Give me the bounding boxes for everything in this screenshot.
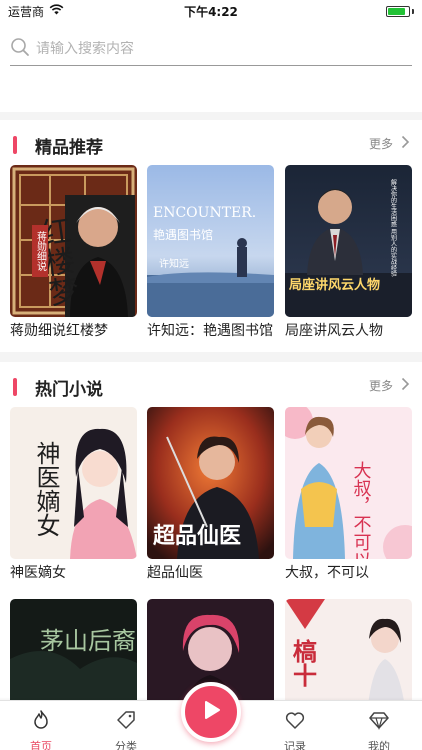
section-accent-bar (13, 136, 17, 154)
tab-home[interactable]: 首页 (6, 701, 76, 750)
book-title: 蒋勋细说红楼梦 (10, 323, 108, 339)
book-cover[interactable]: 大叔，不可以 (285, 407, 412, 559)
novels-more-button[interactable]: 更多 (369, 377, 410, 394)
book-cover[interactable]: ENCOUNTER. 艳遇图书馆 许知远 (147, 165, 274, 317)
search-input[interactable] (36, 40, 386, 57)
chevron-right-icon (401, 377, 410, 394)
more-label: 更多 (368, 137, 393, 151)
cover-title: 局座讲风云人物 (289, 277, 380, 293)
novels-section: 热门小说 更多 神医嫡女 神医嫡女 超品仙医 超品仙医 大叔，不可以 大叔，不可… (0, 362, 422, 750)
book-title: 神医嫡女 (10, 565, 66, 581)
featured-title: 精品推荐 (35, 138, 103, 158)
more-label: 更多 (368, 379, 393, 393)
search-icon (10, 37, 30, 61)
chevron-right-icon (401, 135, 410, 152)
cover-subtitle: 蒋勋细说 (35, 231, 47, 272)
tab-profile[interactable]: 我的 (344, 701, 414, 750)
book-card[interactable]: 神医嫡女 神医嫡女 (10, 407, 137, 582)
book-card[interactable]: 红楼梦 蒋勋细说 蒋勋细说红楼梦 (10, 165, 137, 340)
cover-author: 许知远 (159, 257, 189, 270)
book-card[interactable]: 超品仙医 超品仙医 (147, 407, 274, 582)
book-title: 超品仙医 (147, 565, 203, 581)
cover-title: 神医嫡女 (32, 441, 60, 537)
book-cover[interactable]: 红楼梦 蒋勋细说 (10, 165, 137, 317)
novels-title: 热门小说 (35, 380, 103, 400)
tab-label: 记录 (284, 740, 306, 750)
section-accent-bar (13, 378, 17, 396)
search-box[interactable] (10, 32, 412, 66)
cover-title: 大叔，不可以 (351, 461, 372, 559)
tab-category[interactable]: 分类 (91, 701, 161, 750)
book-cover[interactable]: 神医嫡女 (10, 407, 137, 559)
tag-icon (115, 709, 137, 735)
tab-label: 分类 (115, 740, 137, 750)
cover-title: ENCOUNTER. (153, 205, 256, 221)
cover-subtitle: 解决你的生活困惑 用别人的实战经验 (390, 178, 397, 278)
status-bar: 运营商 下午4:22 (0, 0, 422, 22)
play-icon (200, 699, 222, 725)
book-card[interactable]: ENCOUNTER. 艳遇图书馆 许知远 许知远：艳遇图书馆 (147, 165, 274, 340)
book-title: 局座讲风云人物 (285, 323, 383, 339)
book-cover[interactable]: 超品仙医 (147, 407, 274, 559)
featured-section: 精品推荐 更多 红楼梦 蒋勋细说 蒋勋细说红楼梦 ENCOUNTER. 艳遇图书… (0, 120, 422, 352)
diamond-icon (368, 709, 390, 735)
cover-title: 超品仙医 (153, 523, 241, 549)
novels-header: 热门小说 更多 (0, 362, 422, 412)
clock: 下午4:22 (184, 4, 238, 19)
featured-header: 精品推荐 更多 (0, 120, 422, 170)
cover-title: 槁十 (289, 638, 318, 687)
book-title: 许知远：艳遇图书馆 (147, 323, 273, 339)
book-card[interactable]: 局座讲风云人物 解决你的生活困惑 用别人的实战经验 局座讲风云人物 (285, 165, 412, 340)
tab-label: 我的 (368, 740, 390, 750)
book-card[interactable]: 大叔，不可以 大叔，不可以 (285, 407, 412, 582)
book-cover[interactable]: 局座讲风云人物 解决你的生活困惑 用别人的实战经验 (285, 165, 412, 317)
book-title: 大叔，不可以 (285, 565, 369, 581)
featured-more-button[interactable]: 更多 (369, 135, 410, 152)
cover-title: 茅山后裔 (40, 627, 136, 655)
home-icon (30, 709, 52, 735)
tab-label: 首页 (30, 740, 52, 750)
play-button[interactable] (181, 682, 241, 742)
cover-subtitle: 艳遇图书馆 (153, 227, 213, 242)
heart-icon (284, 709, 306, 735)
search-area (0, 22, 422, 112)
app-screen: 运营商 下午4:22 精品推荐 更多 (0, 0, 422, 750)
tab-history[interactable]: 记录 (260, 701, 330, 750)
